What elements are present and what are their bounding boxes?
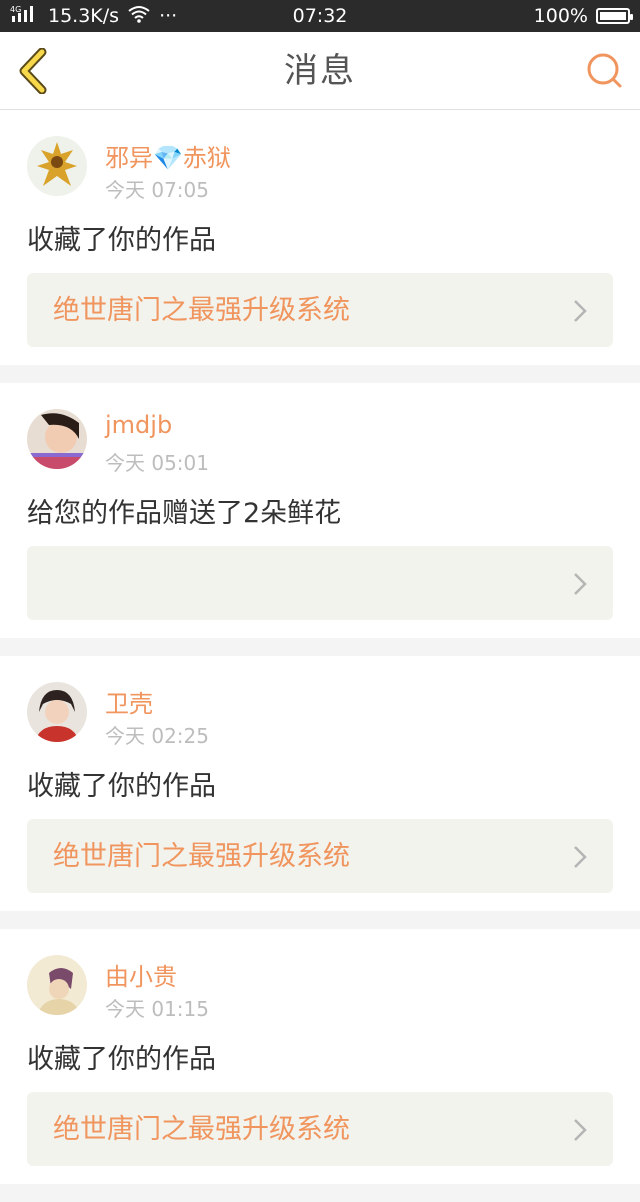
work-link[interactable]: 绝世唐门之最强升级系统 bbox=[27, 819, 613, 893]
chevron-right-icon bbox=[574, 573, 587, 595]
avatar[interactable] bbox=[27, 682, 87, 742]
avatar[interactable] bbox=[27, 136, 87, 196]
page-title: 消息 bbox=[284, 51, 356, 91]
wifi-icon bbox=[127, 5, 151, 28]
action-text: 收藏了你的作品 bbox=[27, 1044, 216, 1075]
action-text: 收藏了你的作品 bbox=[27, 225, 216, 256]
message-card: 卫壳 今天 02:25 收藏了你的作品 绝世唐门之最强升级系统 bbox=[0, 656, 640, 911]
timestamp: 今天 07:05 bbox=[105, 178, 209, 202]
action-text: 给您的作品赠送了2朵鲜花 bbox=[27, 498, 342, 529]
network-type: 4G bbox=[10, 5, 21, 14]
chevron-right-icon bbox=[574, 846, 587, 868]
message-card: jmdjb 今天 05:01 给您的作品赠送了2朵鲜花 bbox=[0, 383, 640, 638]
avatar[interactable] bbox=[27, 955, 87, 1015]
chevron-right-icon bbox=[574, 1119, 587, 1141]
action-text: 收藏了你的作品 bbox=[27, 771, 216, 802]
username[interactable]: 邪异💎赤狱 bbox=[105, 138, 231, 173]
chevron-right-icon bbox=[574, 300, 587, 322]
username[interactable]: 由小贵 bbox=[105, 957, 177, 992]
work-link[interactable]: 绝世唐门之最强升级系统 bbox=[27, 1092, 613, 1166]
status-left: 4G 15.3K/s ··· bbox=[10, 4, 260, 29]
message-list: 邪异💎赤狱 今天 07:05 收藏了你的作品 绝世唐门之最强升级系统 jmdjb… bbox=[0, 110, 640, 1202]
status-bar: 4G 15.3K/s ··· 07:32 100% bbox=[0, 0, 640, 32]
work-title: 绝世唐门之最强升级系统 bbox=[53, 1114, 350, 1145]
work-link[interactable]: 绝世唐门之最强升级系统 bbox=[27, 273, 613, 347]
battery-icon bbox=[596, 8, 633, 24]
network-speed: 15.3K/s bbox=[48, 5, 120, 27]
message-card: 邪异💎赤狱 今天 07:05 收藏了你的作品 绝世唐门之最强升级系统 bbox=[0, 110, 640, 365]
work-title: 绝世唐门之最强升级系统 bbox=[53, 295, 350, 326]
search-icon bbox=[587, 53, 622, 88]
status-right: 100% bbox=[533, 5, 633, 27]
avatar[interactable] bbox=[27, 409, 87, 469]
search-button[interactable] bbox=[584, 50, 626, 92]
work-link[interactable] bbox=[27, 546, 613, 620]
nav-bar: 消息 bbox=[0, 32, 640, 110]
more-dots: ··· bbox=[159, 5, 178, 27]
message-card: 由小贵 今天 01:15 收藏了你的作品 绝世唐门之最强升级系统 bbox=[0, 929, 640, 1184]
battery-level bbox=[600, 12, 626, 20]
username[interactable]: 卫壳 bbox=[105, 684, 153, 719]
signal-icon: 4G bbox=[10, 4, 40, 29]
battery-percent: 100% bbox=[533, 5, 588, 27]
timestamp: 今天 01:15 bbox=[105, 997, 209, 1021]
timestamp: 今天 05:01 bbox=[105, 451, 209, 475]
username[interactable]: jmdjb bbox=[105, 411, 172, 439]
work-title: 绝世唐门之最强升级系统 bbox=[53, 841, 350, 872]
timestamp: 今天 02:25 bbox=[105, 724, 209, 748]
